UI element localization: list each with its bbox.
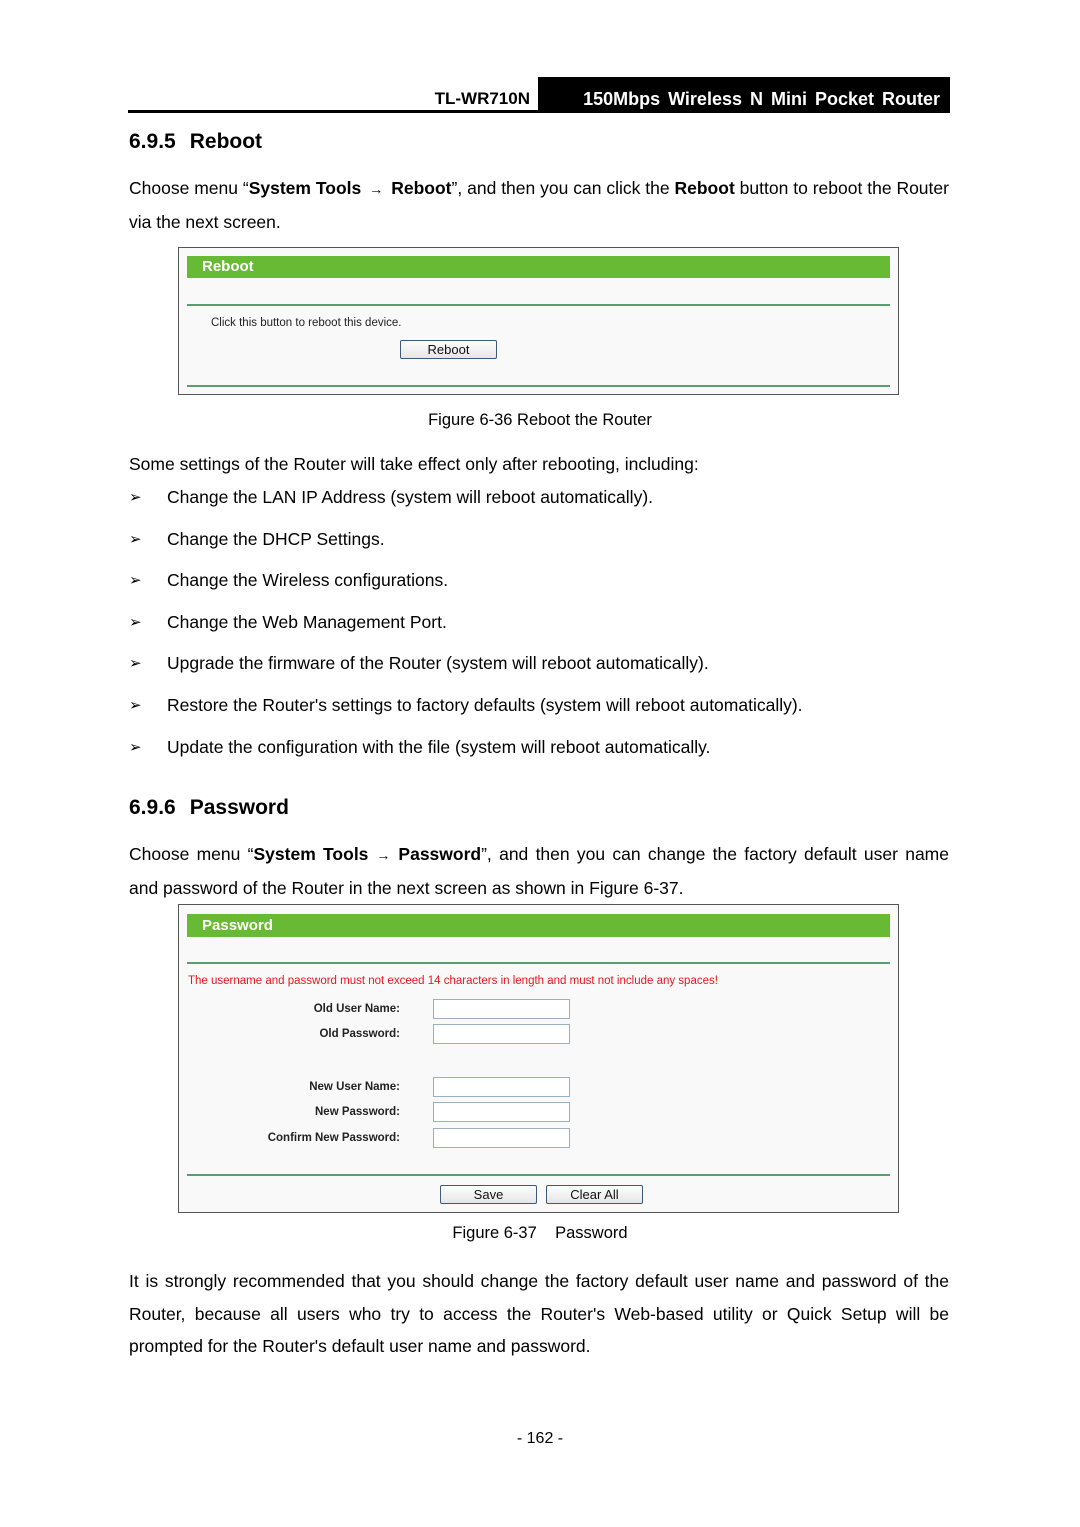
arrow-bullet-icon: ➢	[129, 572, 142, 590]
list-item-text: Change the DHCP Settings.	[167, 528, 385, 549]
page-header: TL-WR710N 150Mbps Wireless N Mini Pocket…	[128, 77, 950, 113]
model-name: TL-WR710N	[434, 89, 530, 108]
menu-path: Reboot	[391, 178, 452, 198]
new-user-name-input[interactable]	[433, 1077, 570, 1097]
figure-caption: Figure 6-36 Reboot the Router	[428, 411, 652, 429]
list-item: ➢ Update the configuration with the file …	[129, 737, 803, 779]
arrow-bullet-icon: ➢	[129, 738, 142, 756]
list-item: ➢ Change the DHCP Settings.	[129, 529, 803, 571]
section-heading-password: 6.9.6 Password	[129, 796, 289, 820]
confirm-new-password-label: Confirm New Password:	[267, 1132, 400, 1144]
password-figure: Password The username and password must …	[178, 904, 899, 1213]
section-number: 6.9.5	[129, 130, 176, 153]
new-password-input[interactable]	[433, 1102, 570, 1122]
settings-intro: Some settings of the Router will take ef…	[129, 454, 699, 474]
text: ”, and then you can click the	[451, 178, 675, 198]
new-user-name-label: New User Name:	[309, 1081, 400, 1093]
list-item-text: Restore the Router's settings to factory…	[167, 694, 803, 715]
bold-term: Reboot	[674, 178, 735, 198]
reboot-settings-list: ➢ Change the LAN IP Address (system will …	[129, 487, 803, 778]
divider	[187, 962, 890, 964]
arrow-bullet-icon: ➢	[129, 696, 142, 714]
section-title: Reboot	[189, 130, 263, 153]
reboot-instruction: Click this button to reboot this device.	[211, 317, 402, 329]
menu-path: System Tools	[248, 178, 362, 198]
text: Choose menu “	[129, 844, 254, 864]
reboot-button[interactable]: Reboot	[400, 340, 497, 359]
divider	[187, 385, 890, 387]
clear-all-button[interactable]: Clear All	[546, 1185, 643, 1204]
section-heading-reboot: 6.9.5 Reboot	[129, 130, 262, 154]
confirm-new-password-input[interactable]	[433, 1128, 570, 1148]
arrow-right-icon: →	[369, 181, 384, 197]
list-item: ➢ Restore the Router's settings to factor…	[129, 695, 803, 737]
save-button[interactable]: Save	[440, 1185, 537, 1204]
divider	[187, 304, 890, 306]
password-warning: The username and password must not excee…	[188, 975, 718, 987]
menu-path: Password	[398, 844, 482, 864]
password-title-bar: Password	[187, 914, 890, 937]
password-intro: Choose menu “System Tools → Password”, and…	[129, 838, 949, 904]
recommendation-paragraph: It is strongly recommended that you shou…	[129, 1271, 949, 1356]
section-title: Password	[189, 796, 289, 819]
arrow-right-icon: →	[376, 847, 391, 863]
reboot-intro: Choose menu “System Tools → Reboot”, and t…	[129, 172, 949, 238]
new-password-label: New Password:	[315, 1106, 400, 1118]
old-password-input[interactable]	[433, 1024, 570, 1044]
page-number: - 162 -	[516, 1430, 564, 1447]
reboot-figure: Reboot Click this button to reboot this …	[178, 247, 899, 395]
arrow-bullet-icon: ➢	[129, 613, 142, 631]
old-user-name-input[interactable]	[433, 999, 570, 1019]
list-item-text: Update the configuration with the file (…	[167, 736, 711, 757]
old-password-label: Old Password:	[319, 1028, 400, 1040]
arrow-bullet-icon: ➢	[129, 655, 142, 673]
text: Choose menu “	[129, 178, 249, 198]
list-item: ➢ Change the Wireless configurations.	[129, 570, 803, 612]
old-user-name-label: Old User Name:	[313, 1003, 400, 1015]
list-item-text: Change the Wireless configurations.	[167, 570, 449, 591]
product-name: 150Mbps Wireless N Mini Pocket Router	[538, 77, 950, 110]
figure-caption: Figure 6-37 Password	[452, 1224, 628, 1242]
list-item: ➢ Change the LAN IP Address (system will …	[129, 487, 803, 529]
section-number: 6.9.6	[129, 796, 176, 819]
divider	[187, 1174, 890, 1176]
list-item: ➢ Upgrade the firmware of the Router (sys…	[129, 653, 803, 695]
list-item-text: Upgrade the firmware of the Router (syst…	[167, 653, 709, 674]
reboot-title-bar: Reboot	[187, 256, 890, 278]
menu-path: System Tools	[253, 844, 369, 864]
arrow-bullet-icon: ➢	[129, 489, 142, 506]
arrow-bullet-icon: ➢	[129, 530, 142, 548]
list-item-text: Change the LAN IP Address (system will r…	[167, 487, 654, 507]
list-item-text: Change the Web Management Port.	[167, 611, 447, 632]
list-item: ➢ Change the Web Management Port.	[129, 612, 803, 654]
